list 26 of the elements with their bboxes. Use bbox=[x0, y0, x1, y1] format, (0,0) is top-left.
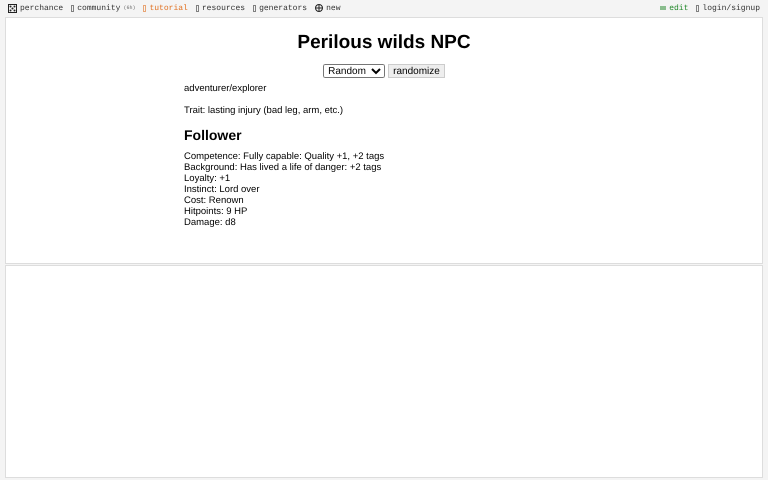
plus-icon bbox=[315, 4, 324, 12]
type-select[interactable]: Random bbox=[323, 64, 386, 78]
stat-line: Hitpoints: 9 HP bbox=[184, 206, 248, 217]
box-icon bbox=[143, 4, 146, 12]
stat-line: Competence: Fully capable: Quality +1, +2 tags bbox=[184, 151, 386, 162]
page-title: Perilous wilds NPC bbox=[297, 32, 471, 54]
role-text: adventurer/explorer bbox=[184, 83, 268, 94]
stat-line: Loyalty: +1 bbox=[184, 173, 232, 184]
section-heading: Follower bbox=[184, 130, 243, 141]
trait-text: Trait: lasting injury (bad leg, arm, etc.) bbox=[184, 105, 344, 116]
stat-line: Instinct: Lord over bbox=[184, 184, 261, 195]
box-icon bbox=[253, 4, 256, 12]
nav-link[interactable]: edit bbox=[660, 4, 688, 12]
nav-link[interactable]: perchance bbox=[8, 4, 64, 12]
nav-link[interactable]: resources bbox=[196, 4, 246, 12]
dice-icon bbox=[8, 4, 17, 12]
stat-line: Damage: d8 bbox=[184, 217, 237, 228]
box-icon bbox=[196, 4, 199, 12]
nav-link[interactable]: new bbox=[315, 4, 340, 12]
randomize-button[interactable]: randomize bbox=[388, 64, 445, 78]
box-icon bbox=[696, 4, 700, 12]
stat-line: Cost: Renown bbox=[184, 195, 245, 206]
nav-link[interactable]: login/signup bbox=[696, 4, 760, 12]
nav-link[interactable]: generators bbox=[253, 4, 308, 12]
box-icon bbox=[71, 4, 74, 12]
stat-line: Background: Has lived a life of danger: +2 tags bbox=[184, 162, 382, 173]
